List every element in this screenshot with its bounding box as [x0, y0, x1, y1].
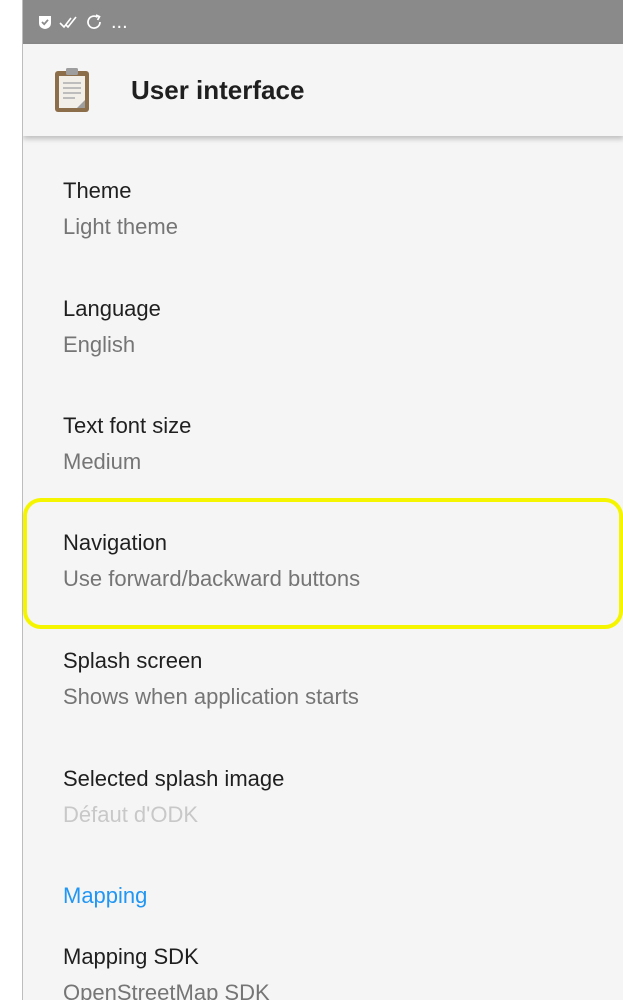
- pref-title: Navigation: [63, 530, 167, 555]
- pref-summary: Use forward/backward buttons: [63, 566, 361, 591]
- pref-selected-splash-image[interactable]: Selected splash image Défaut d'ODK: [23, 764, 623, 830]
- pref-summary: Medium: [63, 449, 142, 474]
- pref-title: Theme: [63, 178, 132, 203]
- pref-summary: Shows when application starts: [63, 684, 359, 709]
- page-title: User interface: [131, 74, 305, 105]
- category-mapping: Mapping: [63, 883, 148, 908]
- pref-summary: Light theme: [63, 214, 178, 239]
- pref-title: Language: [63, 296, 161, 321]
- pref-splash-screen[interactable]: Splash screen Shows when application sta…: [23, 646, 623, 712]
- pref-mapping-sdk[interactable]: Mapping SDK OpenStreetMap SDK: [23, 942, 623, 1000]
- pref-summary: OpenStreetMap SDK: [63, 980, 270, 1000]
- shield-check-icon: [37, 14, 53, 30]
- pref-summary: English: [63, 332, 136, 357]
- pref-theme[interactable]: Theme Light theme: [23, 176, 623, 242]
- pref-title: Text font size: [63, 413, 192, 438]
- status-bar: ...: [23, 0, 623, 44]
- pref-text-font-size[interactable]: Text font size Medium: [23, 411, 623, 477]
- pref-language[interactable]: Language English: [23, 294, 623, 360]
- pref-title: Splash screen: [63, 648, 203, 673]
- pref-title: Mapping SDK: [63, 944, 199, 969]
- pref-navigation[interactable]: Navigation Use forward/backward buttons: [23, 528, 623, 594]
- pref-title: Selected splash image: [63, 766, 285, 791]
- settings-screen: ... User interface Theme Light theme Lan…: [22, 0, 623, 1000]
- status-more-indicator: ...: [111, 11, 128, 33]
- sync-icon: [85, 13, 103, 31]
- pref-summary: Défaut d'ODK: [63, 802, 199, 827]
- app-bar: User interface: [23, 44, 623, 136]
- clipboard-icon: [53, 66, 93, 114]
- double-check-icon: [59, 14, 79, 30]
